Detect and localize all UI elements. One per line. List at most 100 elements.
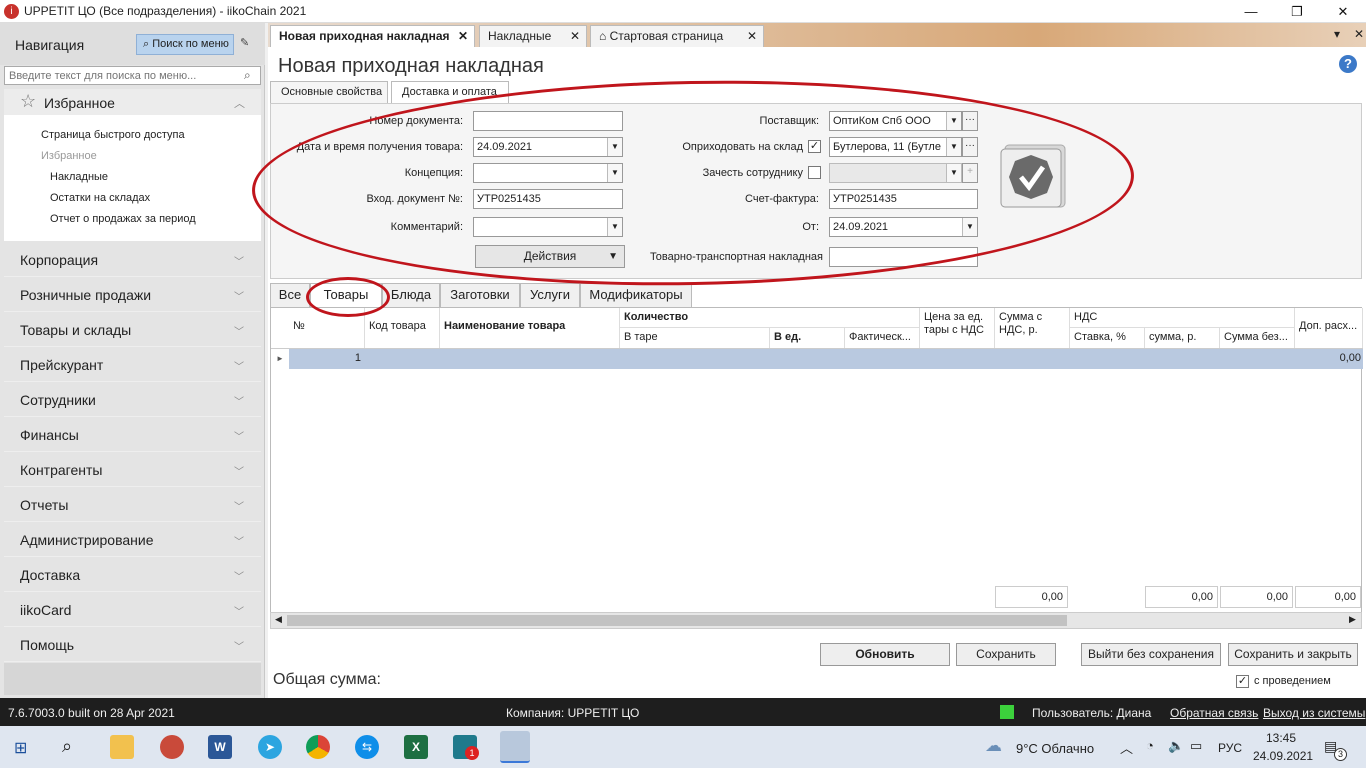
highlight-ellipse	[306, 277, 390, 317]
col-vat-rate[interactable]: Ставка, %	[1070, 328, 1145, 348]
telegram-icon[interactable]: ➤	[258, 735, 282, 759]
nav-section[interactable]: Отчеты ﹀	[4, 488, 261, 522]
close-all-icon[interactable]: ✕	[1354, 27, 1364, 41]
nav-section[interactable]: Доставка ﹀	[4, 558, 261, 592]
favorites-item[interactable]: Остатки на складах	[50, 192, 150, 204]
table-row[interactable]: 1 0,00	[289, 349, 1363, 369]
nav-section[interactable]: Товары и склады ﹀	[4, 313, 261, 347]
chrome-icon[interactable]	[306, 735, 330, 759]
close-icon[interactable]: ✕	[570, 26, 580, 46]
tab-all[interactable]: Все	[270, 283, 310, 307]
exit-without-save-button[interactable]: Выйти без сохранения	[1081, 643, 1221, 666]
nav-section[interactable]: Финансы ﹀	[4, 418, 261, 452]
weather-text[interactable]: 9°C Облачно	[1016, 741, 1094, 756]
tab-new-invoice[interactable]: Новая приходная накладная ✕	[270, 25, 475, 47]
scroll-thumb[interactable]	[287, 615, 1067, 626]
favorites-item[interactable]: Накладные	[50, 171, 108, 183]
main-content: Новая приходная накладная ? Основные сво…	[250, 47, 1366, 698]
col-name[interactable]: Наименование товара	[440, 308, 620, 348]
cell-extra: 0,00	[1339, 352, 1361, 364]
nav-section[interactable]: Администрирование ﹀	[4, 523, 261, 557]
nav-header: Навигация ⌕ Поиск по меню ✎	[0, 23, 265, 65]
nav-section-label: Помощь	[20, 637, 75, 653]
tab-dishes[interactable]: Блюда	[382, 283, 440, 307]
nav-section[interactable]: Контрагенты ﹀	[4, 453, 261, 487]
excel-icon[interactable]: X	[404, 735, 428, 759]
tab-main-properties[interactable]: Основные свойства	[270, 81, 388, 103]
col-code[interactable]: Код товара	[365, 308, 440, 348]
scroll-right-icon[interactable]: ▶	[1349, 614, 1356, 625]
tray-chevron-icon[interactable]: ︿	[1120, 738, 1133, 757]
refresh-button[interactable]: Обновить	[820, 643, 950, 666]
col-extra[interactable]: Доп. расх...	[1295, 308, 1363, 348]
tab-start-page[interactable]: ⌂ Стартовая страница ✕	[590, 25, 764, 47]
col-actual[interactable]: Фактическ...	[845, 328, 920, 348]
nav-section[interactable]: Сотрудники ﹀	[4, 383, 261, 417]
minimize-button[interactable]: —	[1228, 0, 1274, 23]
volume-icon[interactable]: 🔈	[1168, 738, 1184, 754]
nav-section[interactable]: Корпорация ﹀	[4, 243, 261, 277]
nav-title: Навигация	[15, 37, 85, 53]
word-icon[interactable]: W	[208, 735, 232, 759]
menu-search-button[interactable]: ⌕ Поиск по меню	[136, 34, 234, 55]
col-sum-vat[interactable]: Сумма с НДС, р.	[995, 308, 1070, 348]
nav-section[interactable]: iikoCard ﹀	[4, 593, 261, 627]
nav-section[interactable]: Розничные продажи ﹀	[4, 278, 261, 312]
total-sum-vat: 0,00	[995, 586, 1068, 608]
nav-section[interactable]: Помощь ﹀	[4, 628, 261, 662]
tab-services[interactable]: Услуги	[520, 283, 580, 307]
tab-preparations[interactable]: Заготовки	[440, 283, 520, 307]
windows-start-icon[interactable]: ⊞	[14, 738, 27, 758]
chevron-down-icon: ﹀	[234, 607, 244, 618]
app-logo-icon: i	[4, 4, 19, 19]
posted-checkbox[interactable]: ✓	[1236, 675, 1249, 688]
file-explorer-icon[interactable]	[110, 735, 134, 759]
notifications-count: 3	[1334, 748, 1347, 761]
col-in-pack[interactable]: В таре	[620, 328, 770, 348]
chevron-down-icon: ﹀	[234, 362, 244, 373]
help-icon[interactable]: ?	[1339, 55, 1357, 73]
save-and-close-button[interactable]: Сохранить и закрыть	[1228, 643, 1358, 666]
network-icon[interactable]: ◔	[1146, 738, 1154, 753]
col-price[interactable]: Цена за ед. тары с НДС	[920, 308, 995, 348]
battery-icon[interactable]: ▭	[1190, 738, 1202, 754]
col-sum-novat[interactable]: Сумма без...	[1220, 328, 1295, 348]
close-window-button[interactable]: ✕	[1320, 0, 1366, 23]
nav-section[interactable]: Прейскурант ﹀	[4, 348, 261, 382]
tab-modifiers[interactable]: Модификаторы	[580, 283, 692, 307]
favorites-item[interactable]: Страница быстрого доступа	[41, 129, 185, 141]
scroll-left-icon[interactable]: ◀	[275, 614, 282, 625]
col-vat-sum[interactable]: сумма, р.	[1145, 328, 1220, 348]
chevron-down-icon: ﹀	[234, 642, 244, 653]
close-icon[interactable]: ✕	[458, 26, 468, 46]
pin-icon[interactable]: ✎	[240, 36, 249, 49]
search-icon[interactable]: ⌕	[62, 736, 72, 757]
teamviewer-icon[interactable]: ⇆	[355, 735, 379, 759]
chevron-up-icon: ︿	[234, 98, 245, 110]
iiko-app-icon[interactable]	[160, 735, 184, 759]
clock-date[interactable]: 24.09.2021	[1253, 749, 1313, 763]
menu-search-label: Поиск по меню	[152, 38, 229, 50]
horizontal-scrollbar[interactable]: ◀ ▶	[270, 612, 1362, 629]
logout-link[interactable]: Выход из системы	[1263, 706, 1365, 720]
tabs-menu-icon[interactable]: ▾	[1334, 27, 1340, 41]
col-in-unit[interactable]: В ед.	[770, 328, 845, 348]
nav-section-label: Сотрудники	[20, 392, 96, 408]
tab-invoices[interactable]: Накладные ✕	[479, 25, 587, 47]
feedback-link[interactable]: Обратная связь	[1170, 706, 1258, 720]
search-icon[interactable]: ⌕	[244, 68, 251, 83]
nav-section-label: Отчеты	[20, 497, 69, 513]
close-icon[interactable]: ✕	[747, 26, 757, 46]
save-button[interactable]: Сохранить	[956, 643, 1056, 666]
favorites-header[interactable]: ☆ Избранное ︿	[4, 89, 261, 115]
favorites-group[interactable]: Избранное	[41, 150, 97, 162]
iiko-active-app-icon[interactable]	[500, 731, 530, 763]
nav-search-input[interactable]	[4, 66, 261, 85]
clock-time[interactable]: 13:45	[1266, 731, 1296, 745]
company-text: Компания: UPPETIT ЦО	[506, 706, 640, 720]
maximize-button[interactable]: ❐	[1274, 0, 1320, 23]
favorites-title: Избранное	[44, 95, 115, 111]
favorites-item[interactable]: Отчет о продажах за период	[50, 213, 196, 225]
language-indicator[interactable]: РУС	[1218, 741, 1242, 755]
tab-label: Накладные	[488, 29, 552, 43]
